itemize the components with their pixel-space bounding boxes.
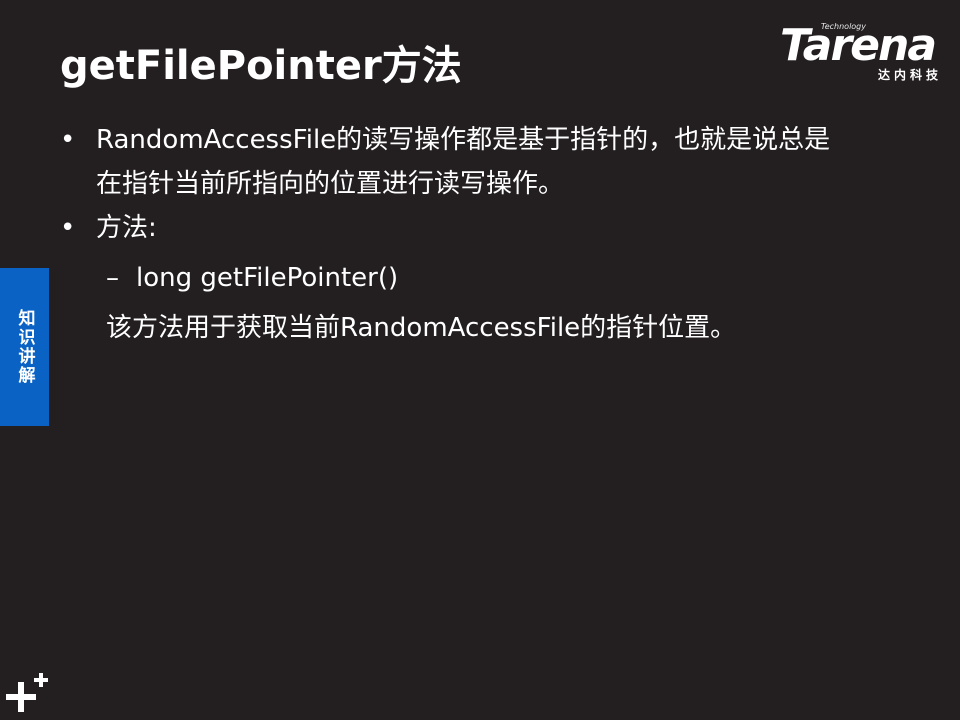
bullet-item: • RandomAccessFile的读写操作都是基于指针的，也就是说总是在指针… — [60, 118, 890, 206]
bullet-text: 方法: — [96, 213, 157, 243]
plus-decoration-icon — [6, 673, 48, 712]
method-description: 该方法用于获取当前RandomAccessFile的指针位置。 — [106, 313, 737, 343]
side-tab: 知识讲解 — [0, 268, 49, 426]
bullet-dot: • — [60, 125, 76, 155]
side-tab-label: 知识讲解 — [14, 309, 35, 385]
logo-wordmark: Tarena — [780, 20, 937, 71]
bullet-item: • 方法: — [60, 206, 890, 250]
method-signature: long getFilePointer() — [136, 263, 399, 293]
sub-item: – long getFilePointer() — [60, 256, 890, 300]
bullet-text: RandomAccessFile的读写操作都是基于指针的，也就是说总是在指针当前… — [96, 125, 831, 199]
logo-chinese-name: 达内科技 — [877, 68, 942, 82]
sub-item-dash: – — [106, 263, 119, 293]
bullet-list: • RandomAccessFile的读写操作都是基于指针的，也就是说总是在指针… — [60, 118, 890, 350]
tarena-logo: Technology Tarena 达内科技 — [778, 22, 946, 84]
bullet-dot: • — [60, 213, 76, 243]
slide-title: getFilePointer方法 — [60, 43, 462, 89]
